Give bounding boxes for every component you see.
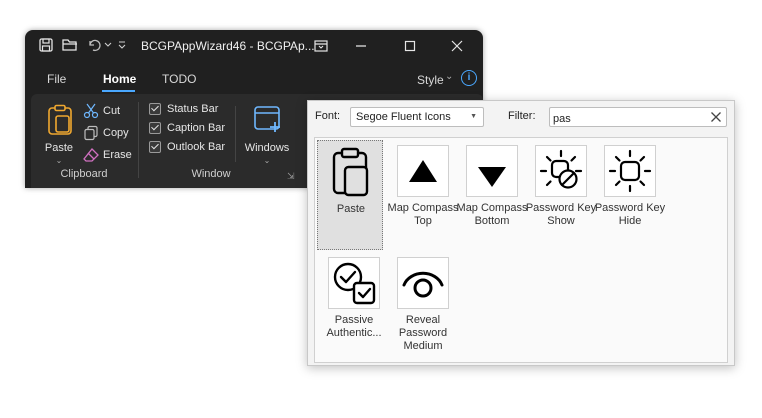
group-separator — [235, 106, 236, 162]
icon-caption: Paste — [336, 203, 366, 215]
icon-thumbnail — [397, 257, 449, 309]
caption-bar-label: Caption Bar — [167, 122, 226, 134]
close-icon[interactable] — [447, 36, 467, 56]
group-launcher-icon[interactable]: ⇲ — [287, 171, 295, 182]
windows-button[interactable]: Windows ⌄ — [241, 102, 293, 165]
ribbon-display-options-icon[interactable] — [311, 36, 331, 56]
icon-thumbnail — [535, 145, 587, 197]
copy-icon — [83, 125, 99, 141]
cut-button[interactable]: Cut — [83, 102, 120, 120]
font-dropdown-value: Segoe Fluent Icons — [356, 111, 451, 123]
window-group-label: Window — [191, 168, 231, 180]
caption-bar-checkbox[interactable]: Caption Bar — [149, 119, 225, 137]
icon-picker-dialog: Font: Segoe Fluent Icons ▼ Filter: Paste — [307, 100, 735, 366]
windows-chevron-icon: ⌄ — [263, 156, 271, 165]
font-label: Font: — [315, 110, 341, 122]
info-icon[interactable]: i — [461, 70, 477, 86]
reveal-password-eye-icon — [402, 271, 444, 298]
icon-caption: Reveal Password Medium — [398, 314, 448, 352]
passive-authentication-icon — [333, 262, 376, 305]
filter-input[interactable] — [549, 107, 727, 127]
icon-thumbnail — [325, 146, 377, 198]
status-bar-label: Status Bar — [167, 103, 219, 115]
icon-cell-password-key-show[interactable]: Password Key Show — [526, 140, 596, 250]
maximize-icon[interactable] — [400, 36, 420, 56]
icon-thumbnail — [397, 145, 449, 197]
status-bar-checkbox[interactable]: Status Bar — [149, 100, 218, 118]
password-key-hide-icon — [608, 149, 652, 193]
compass-bottom-triangle-icon — [478, 167, 506, 187]
filter-label: Filter: — [508, 110, 536, 122]
erase-button[interactable]: Erase — [83, 146, 132, 164]
customize-quick-access-icon[interactable] — [117, 36, 127, 54]
cut-label: Cut — [103, 105, 121, 117]
paste-chevron-icon: ⌄ — [55, 156, 63, 165]
compass-top-triangle-icon — [409, 160, 437, 182]
copy-label: Copy — [103, 127, 129, 139]
paste-icon — [48, 104, 72, 135]
outlook-bar-check-icon — [149, 141, 161, 153]
paste-button[interactable]: Paste ⌄ — [41, 102, 77, 165]
minimize-icon[interactable] — [351, 36, 371, 56]
status-bar-check-icon — [149, 103, 161, 115]
tab-todo[interactable]: TODO — [162, 72, 196, 86]
dropdown-arrow-icon: ▼ — [470, 113, 477, 120]
icon-grid: Paste Map Compass Top Map Compass Bottom — [314, 137, 728, 363]
scissors-icon — [83, 103, 99, 119]
paste-label: Paste — [44, 142, 74, 154]
save-icon[interactable] — [37, 36, 55, 54]
undo-icon[interactable] — [85, 36, 103, 54]
icon-cell-map-compass-top[interactable]: Map Compass Top — [388, 140, 458, 250]
icon-thumbnail — [604, 145, 656, 197]
icon-cell-reveal-password-medium[interactable]: Reveal Password Medium — [390, 252, 456, 362]
new-window-icon — [254, 106, 280, 132]
copy-button[interactable]: Copy — [83, 124, 129, 142]
icon-thumbnail — [328, 257, 380, 309]
open-folder-icon[interactable] — [61, 36, 79, 54]
icon-cell-paste[interactable]: Paste — [317, 140, 383, 250]
icon-cell-map-compass-bottom[interactable]: Map Compass Bottom — [457, 140, 527, 250]
password-key-show-icon — [539, 149, 583, 189]
style-menu[interactable]: Style — [417, 73, 444, 87]
undo-dropdown-chevron-icon[interactable] — [103, 36, 113, 54]
icon-cell-password-key-hide[interactable]: Password Key Hide — [595, 140, 665, 250]
ribbon-tab-bar: File Home TODO Style ⌄ i — [25, 68, 483, 92]
icon-thumbnail — [466, 145, 518, 197]
window-title: BCGPAppWizard46 - BCGPAp... — [141, 39, 315, 53]
icon-caption: Password Key Show — [525, 202, 597, 227]
group-separator — [138, 102, 139, 178]
eraser-icon — [83, 147, 99, 163]
icon-caption: Map Compass Top — [387, 202, 459, 227]
clear-filter-icon[interactable] — [708, 109, 724, 125]
clipboard-group-label: Clipboard — [60, 168, 108, 180]
outlook-bar-checkbox[interactable]: Outlook Bar — [149, 138, 225, 156]
icon-caption: Passive Authentic... — [326, 314, 382, 339]
outlook-bar-label: Outlook Bar — [167, 141, 226, 153]
active-tab-indicator — [102, 90, 135, 92]
icon-caption: Password Key Hide — [594, 202, 666, 227]
tab-file[interactable]: File — [47, 72, 66, 86]
style-chevron-icon[interactable]: ⌄ — [445, 71, 453, 82]
caption-bar-check-icon — [149, 122, 161, 134]
icon-caption: Map Compass Bottom — [456, 202, 528, 227]
tab-home[interactable]: Home — [103, 72, 136, 86]
windows-label: Windows — [244, 142, 290, 154]
icon-cell-passive-authentication[interactable]: Passive Authentic... — [321, 252, 387, 362]
title-bar: BCGPAppWizard46 - BCGPAp... — [25, 30, 483, 62]
paste-icon — [332, 147, 369, 197]
erase-label: Erase — [103, 149, 132, 161]
font-dropdown[interactable]: Segoe Fluent Icons ▼ — [350, 107, 484, 127]
